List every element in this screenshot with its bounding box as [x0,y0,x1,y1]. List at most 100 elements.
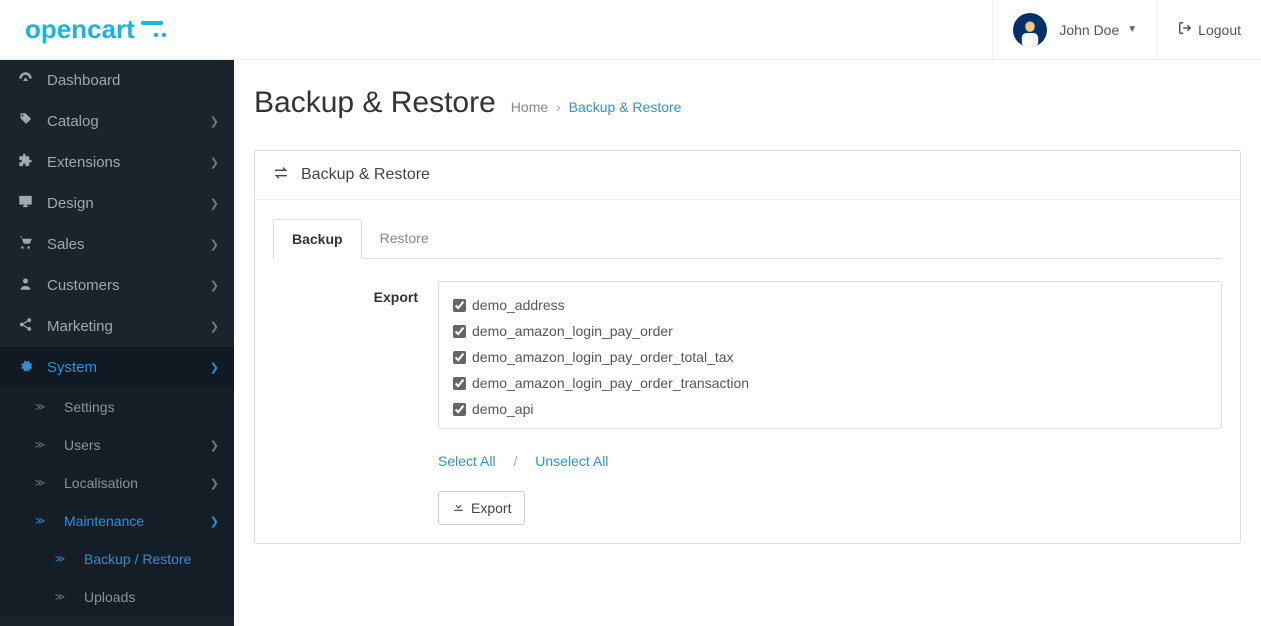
sidebar-item-marketing[interactable]: Marketing ❯ [0,306,234,347]
user-icon [15,276,35,295]
table-name: demo_amazon_login_pay_order_total_tax [472,349,734,365]
table-checkbox[interactable] [453,403,466,416]
table-name: demo_amazon_login_pay_order [472,323,673,339]
user-menu[interactable]: John Doe ▼ [992,0,1157,59]
top-header: opencart John Doe ▼ [0,0,1261,60]
page-title: Backup & Restore [254,86,496,120]
angle-right-icon: ≫ [50,592,70,603]
sidebar-item-label: Settings [64,399,115,415]
angle-right-icon: ≫ [50,554,70,565]
tab-label: Restore [380,230,429,246]
logout-icon [1178,21,1192,38]
logo[interactable]: opencart [0,14,194,45]
sidebar-item-label: System [47,359,97,376]
angle-right-icon: ≫ [30,478,50,489]
tab-label: Backup [292,231,343,247]
cog-icon [15,358,35,377]
table-row: demo_api [453,396,1207,422]
table-name: demo_amazon_login_pay_order_transaction [472,375,749,391]
divider: / [513,453,517,469]
share-icon [15,317,35,336]
sidebar-item-label: Sales [47,236,85,253]
maintenance-submenu: ≫ Backup / Restore ≫ Uploads [0,540,234,616]
page-header: Backup & Restore Home › Backup & Restore [254,80,1241,130]
sidebar-item-users[interactable]: ≫ Users ❯ [0,426,234,464]
sidebar-item-system[interactable]: System ❯ [0,347,234,388]
form-row-action: Export [273,491,1222,525]
caret-down-icon: ▼ [1127,24,1137,35]
sidebar-item-dashboard[interactable]: Dashboard [0,60,234,101]
sidebar-item-label: Users [64,437,101,453]
breadcrumb: Home › Backup & Restore [511,99,682,115]
cart-icon [15,235,35,254]
sidebar-item-extensions[interactable]: Extensions ❯ [0,142,234,183]
table-checkbox[interactable] [453,299,466,312]
table-row: demo_amazon_login_pay_order_total_tax [453,344,1207,370]
export-button[interactable]: Export [438,491,525,525]
sidebar-item-label: Backup / Restore [84,551,191,567]
sidebar-item-label: Extensions [47,154,120,171]
main-content: Backup & Restore Home › Backup & Restore… [234,60,1261,626]
export-button-label: Export [471,500,511,516]
panel-backup-restore: Backup & Restore Backup Restore Export [254,150,1241,544]
table-name: demo_api [472,401,534,417]
table-checkbox[interactable] [453,377,466,390]
sidebar-item-maintenance[interactable]: ≫ Maintenance ❯ [0,502,234,540]
table-checkbox[interactable] [453,325,466,338]
sidebar-item-customers[interactable]: Customers ❯ [0,265,234,306]
chevron-right-icon: ❯ [210,515,219,528]
breadcrumb-current[interactable]: Backup & Restore [569,99,682,115]
sidebar-item-design[interactable]: Design ❯ [0,183,234,224]
chevron-right-icon: ❯ [210,238,219,251]
sidebar-item-label: Marketing [47,318,113,335]
sidebar-item-settings[interactable]: ≫ Settings [0,388,234,426]
user-name: John Doe [1059,22,1119,38]
tables-scroll-box[interactable]: demo_address demo_amazon_login_pay_order… [438,281,1222,429]
sidebar-item-sales[interactable]: Sales ❯ [0,224,234,265]
system-submenu: ≫ Settings ≫ Users ❯ ≫ Localisation ❯ ≫ … [0,388,234,616]
breadcrumb-home[interactable]: Home [511,99,548,115]
sidebar-item-backup-restore[interactable]: ≫ Backup / Restore [0,540,234,578]
chevron-right-icon: ❯ [210,477,219,490]
chevron-right-icon: ❯ [210,156,219,169]
puzzle-icon [15,153,35,172]
sidebar-item-label: Customers [47,277,120,294]
desktop-icon [15,194,35,213]
panel-title: Backup & Restore [301,166,430,184]
table-row: demo_amazon_login_pay_order_transaction [453,370,1207,396]
sidebar-item-label: Dashboard [47,72,120,89]
exchange-icon [273,165,289,185]
dashboard-icon [15,71,35,90]
panel-header: Backup & Restore [255,151,1240,200]
logo-cart-icon [141,21,169,39]
sidebar: Dashboard Catalog ❯ Extensions ❯ Design … [0,60,234,626]
tab-backup[interactable]: Backup [273,219,362,259]
chevron-right-icon: ❯ [210,361,219,374]
sidebar-item-label: Uploads [84,589,135,605]
chevron-right-icon: ❯ [210,279,219,292]
logout-button[interactable]: Logout [1157,0,1261,59]
top-right: John Doe ▼ Logout [992,0,1261,59]
angle-right-icon: ≫ [30,402,50,413]
unselect-all-link[interactable]: Unselect All [535,453,608,469]
select-all-link[interactable]: Select All [438,453,496,469]
sidebar-item-label: Maintenance [64,513,144,529]
tab-restore[interactable]: Restore [362,219,447,259]
breadcrumb-separator: › [556,99,561,115]
avatar [1013,13,1047,47]
chevron-right-icon: ❯ [210,320,219,333]
chevron-right-icon: ❯ [210,115,219,128]
sidebar-item-uploads[interactable]: ≫ Uploads [0,578,234,616]
angle-right-icon: ≫ [30,440,50,451]
table-name: demo_address [472,297,565,313]
angle-right-icon: ≫ [30,516,50,527]
sidebar-item-label: Catalog [47,113,99,130]
download-icon [452,500,465,516]
sidebar-item-label: Localisation [64,475,138,491]
table-checkbox[interactable] [453,351,466,364]
chevron-right-icon: ❯ [210,197,219,210]
sidebar-item-localisation[interactable]: ≫ Localisation ❯ [0,464,234,502]
form-row-export: Export demo_address demo_amazon_login_pa… [273,281,1222,469]
sidebar-item-catalog[interactable]: Catalog ❯ [0,101,234,142]
sidebar-item-label: Design [47,195,94,212]
